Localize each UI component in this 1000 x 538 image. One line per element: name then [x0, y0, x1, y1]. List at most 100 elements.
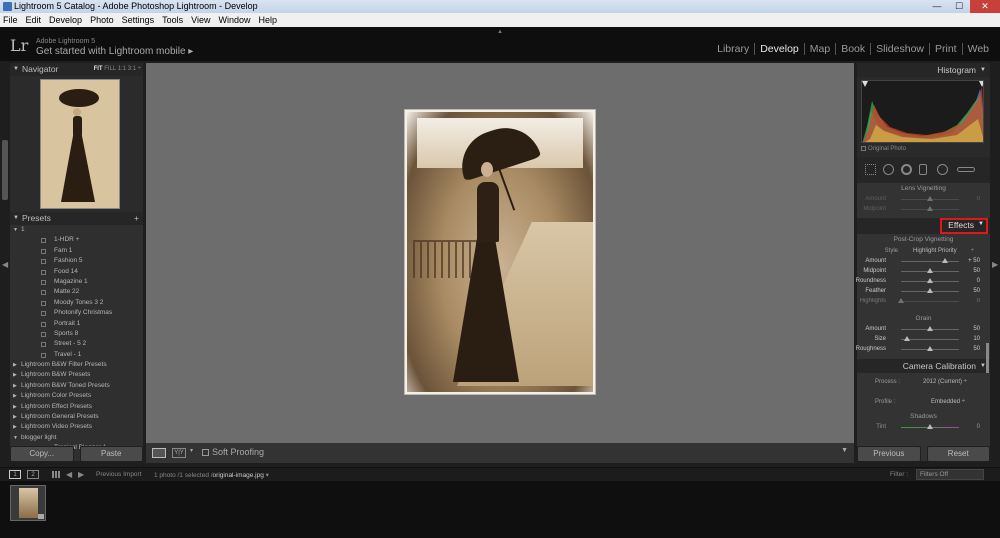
slider-value[interactable]: 50	[973, 288, 980, 294]
folder-collapsed-icon[interactable]: ▶	[13, 360, 17, 370]
main-photo[interactable]	[404, 109, 596, 395]
slider-size[interactable]: Size 10	[857, 335, 990, 345]
process-dropdown[interactable]: 2012 (Current) ÷	[923, 379, 967, 385]
vignette-style-row[interactable]: Style Highlight Priority ÷	[857, 246, 990, 257]
navigator-header[interactable]: ▼ Navigator FIT FILL 1:1 3:1 ÷	[10, 63, 143, 76]
previous-import-source[interactable]: Previous Import	[96, 471, 142, 478]
preset-item[interactable]: Moody Tones 3 2	[10, 298, 143, 308]
effects-header[interactable]: Effects ▼	[857, 218, 990, 234]
slider-value[interactable]: 50	[973, 326, 980, 332]
process-row[interactable]: Process : 2012 (Current) ÷	[857, 375, 990, 389]
secondary-window-button[interactable]: 2	[27, 470, 39, 479]
close-button[interactable]: ✕	[970, 0, 1000, 13]
tint-thumb[interactable]	[927, 424, 933, 429]
slider-roundness[interactable]: Roundness 0	[856, 277, 990, 287]
preset-item[interactable]: Fam 1	[10, 246, 143, 256]
collapse-right-panel-icon[interactable]: ▶	[992, 260, 998, 269]
menu-file[interactable]: File	[3, 13, 18, 27]
slider-value[interactable]: 0	[977, 278, 980, 284]
zoom-other-options[interactable]: FILL 1:1 3:1 ÷	[104, 66, 141, 72]
slider-track[interactable]	[901, 301, 959, 302]
left-panel-scrollbar[interactable]	[2, 140, 8, 200]
grid-view-icon[interactable]	[52, 471, 60, 478]
profile-dropdown[interactable]: Embedded ÷	[931, 399, 965, 405]
menu-settings[interactable]: Settings	[122, 13, 155, 27]
slider-value[interactable]: 50	[973, 346, 980, 352]
right-panel-scrollbar[interactable]	[986, 343, 989, 373]
folder-collapsed-icon[interactable]: ▶	[13, 381, 17, 391]
toolbar-options-icon[interactable]: ▼	[841, 447, 848, 454]
slider-roughness[interactable]: Roughness 50	[856, 345, 990, 355]
preset-item[interactable]: Fashion 5	[10, 256, 143, 266]
image-canvas[interactable]	[146, 63, 854, 443]
slider-thumb[interactable]	[927, 278, 933, 283]
slider-amount[interactable]: Amount 0	[857, 195, 990, 205]
module-develop[interactable]: Develop	[755, 43, 805, 55]
slider-thumb[interactable]	[927, 326, 933, 331]
menu-photo[interactable]: Photo	[90, 13, 114, 27]
selected-filename[interactable]: original-image.jpg	[213, 472, 264, 479]
collapse-top-panel-icon[interactable]: ▲	[497, 29, 503, 35]
zoom-fit[interactable]: FIT	[94, 66, 103, 72]
style-dropdown[interactable]: Highlight Priority	[913, 248, 957, 254]
identity-mobile-link[interactable]: Get started with Lightroom mobile ▸	[36, 46, 193, 57]
folder-collapsed-icon[interactable]: ▶	[13, 412, 17, 422]
preset-item[interactable]: Food 14	[10, 267, 143, 277]
tint-slider[interactable]: Tint 0	[857, 423, 990, 433]
compare-view-icon[interactable]: Y|Y	[172, 448, 186, 458]
previous-button[interactable]: Previous	[857, 446, 921, 462]
radial-filter-tool-icon[interactable]	[937, 164, 948, 175]
module-book[interactable]: Book	[836, 43, 872, 55]
adjustment-brush-tool-icon[interactable]	[957, 167, 975, 172]
slider-thumb[interactable]	[927, 196, 933, 201]
preset-item[interactable]: Sports 8	[10, 329, 143, 339]
profile-row[interactable]: Profile : Embedded ÷	[857, 395, 990, 409]
back-arrow-icon[interactable]: ◀	[66, 470, 72, 479]
maximize-button[interactable]: ☐	[948, 0, 970, 13]
graduated-filter-tool-icon[interactable]	[919, 164, 927, 175]
dropdown-caret-icon[interactable]: ÷	[971, 248, 974, 254]
preset-folder[interactable]: ▶ Lightroom Effect Presets	[10, 402, 143, 412]
slider-feather[interactable]: Feather 50	[857, 287, 990, 297]
soft-proofing-label[interactable]: Soft Proofing	[212, 447, 264, 457]
navigator-zoom-options[interactable]: FIT FILL 1:1 3:1 ÷	[94, 63, 141, 76]
slider-thumb[interactable]	[898, 298, 904, 303]
folder-collapsed-icon[interactable]: ▶	[13, 422, 17, 432]
slider-thumb[interactable]	[927, 206, 933, 211]
folder-collapsed-icon[interactable]: ▶	[13, 391, 17, 401]
reset-button[interactable]: Reset	[926, 446, 990, 462]
preset-item[interactable]: Street - 5 2	[10, 339, 143, 349]
slider-thumb[interactable]	[927, 268, 933, 273]
preset-folder[interactable]: ▶ Lightroom B&W Filter Presets	[10, 360, 143, 370]
original-photo-toggle[interactable]: Original Photo	[861, 146, 906, 152]
preset-item[interactable]: Portrait 1	[10, 319, 143, 329]
camera-calibration-header[interactable]: Camera Calibration ▼	[857, 359, 990, 373]
module-slideshow[interactable]: Slideshow	[871, 43, 930, 55]
preset-folder[interactable]: ▼ 1	[10, 225, 143, 235]
slider-thumb[interactable]	[927, 288, 933, 293]
module-map[interactable]: Map	[805, 43, 837, 55]
menu-develop[interactable]: Develop	[49, 13, 82, 27]
slider-amount[interactable]: Amount + 50	[857, 257, 990, 267]
menu-edit[interactable]: Edit	[26, 13, 42, 27]
minimize-button[interactable]: —	[926, 0, 948, 13]
module-library[interactable]: Library	[712, 43, 756, 55]
filmstrip-thumbnail[interactable]	[10, 485, 46, 521]
add-preset-icon[interactable]: +	[134, 212, 139, 225]
filter-dropdown[interactable]: Filters Off	[916, 469, 984, 480]
preset-item[interactable]: Photonify Christmas	[10, 308, 143, 318]
slider-thumb[interactable]	[927, 346, 933, 351]
preset-folder[interactable]: ▶ Lightroom B&W Toned Presets	[10, 381, 143, 391]
slider-amount[interactable]: Amount 50	[857, 325, 990, 335]
preset-folder[interactable]: ▶ Lightroom B&W Presets	[10, 370, 143, 380]
preset-folder[interactable]: ▶ Lightroom Video Presets	[10, 422, 143, 432]
folder-expanded-icon[interactable]: ▼	[13, 225, 18, 235]
slider-thumb[interactable]	[903, 336, 910, 341]
folder-collapsed-icon[interactable]: ▶	[13, 370, 17, 380]
slider-midpoint[interactable]: Midpoint 50	[857, 267, 990, 277]
presets-header[interactable]: ▼ Presets +	[10, 212, 143, 225]
red-eye-tool-icon[interactable]	[901, 164, 912, 175]
slider-value[interactable]: + 50	[968, 258, 980, 264]
copy-button[interactable]: Copy...	[10, 446, 74, 462]
collapse-left-panel-icon[interactable]: ◀	[2, 260, 8, 269]
